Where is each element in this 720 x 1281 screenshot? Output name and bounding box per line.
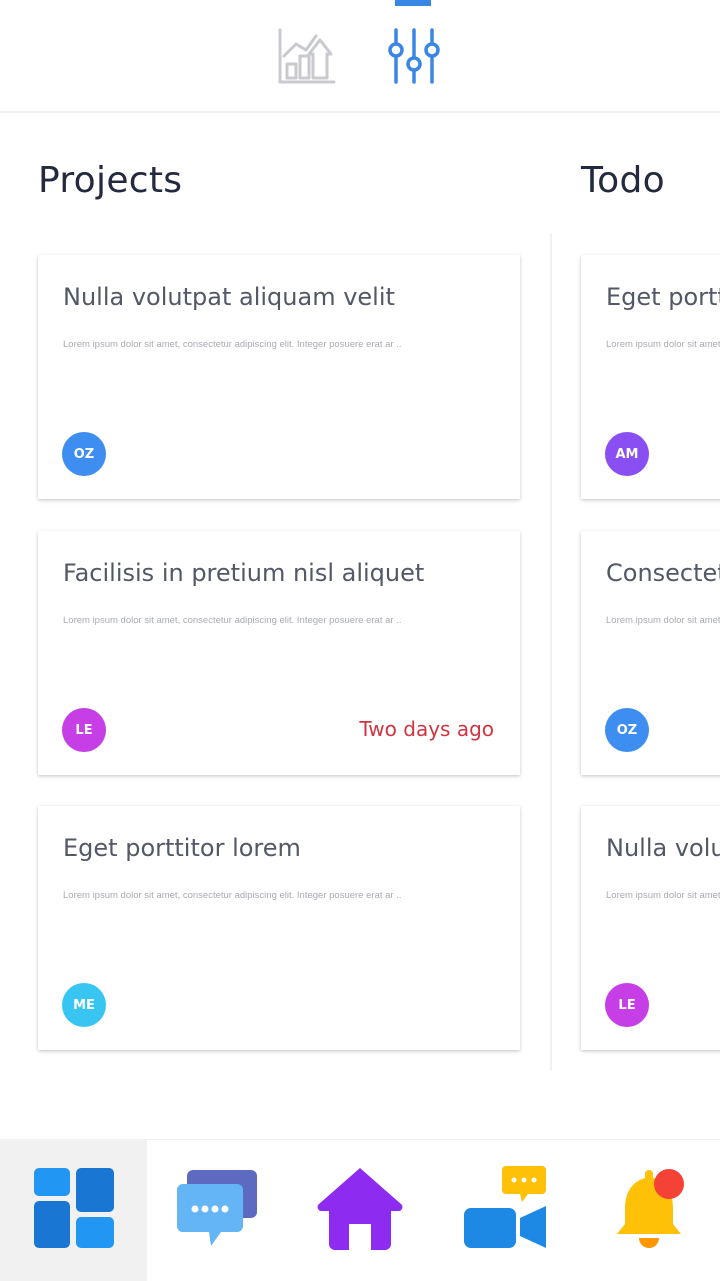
nav-messages[interactable] [147, 1140, 287, 1281]
bottom-navigation [0, 1139, 720, 1281]
avatar[interactable]: OZ [605, 708, 649, 752]
card-description: Lorem ipsum dolor sit amet, consectetur … [606, 339, 720, 350]
card-description: Lorem ipsum dolor sit amet, consectetur … [606, 615, 720, 626]
card-description: Lorem ipsum dolor sit amet, consectetur … [606, 890, 720, 901]
todo-card[interactable]: Eget porttitor lorem Lorem ipsum dolor s… [581, 255, 720, 499]
nav-video[interactable] [432, 1140, 577, 1281]
todo-column-clip: Eget porttitor lorem Lorem ipsum dolor s… [0, 0, 720, 1139]
home-icon [317, 1166, 403, 1255]
avatar[interactable]: LE [605, 983, 649, 1027]
nav-home[interactable] [287, 1140, 432, 1281]
chat-bubbles-icon [175, 1168, 259, 1253]
card-title: Eget porttitor lorem [606, 283, 720, 311]
avatar[interactable]: AM [605, 432, 649, 476]
notification-bell-icon [607, 1168, 691, 1253]
nav-notifications[interactable] [577, 1140, 720, 1281]
dashboard-grid-icon [33, 1168, 114, 1253]
todo-card[interactable]: Nulla volutpat aliquam velit Lorem ipsum… [581, 806, 720, 1050]
card-title: Nulla volutpat aliquam velit [606, 834, 720, 862]
todo-card[interactable]: Consectetur Lorem ipsum dolor sit amet, … [581, 531, 720, 775]
card-title: Consectetur [606, 559, 720, 587]
video-call-icon [462, 1166, 548, 1255]
nav-dashboard[interactable] [0, 1140, 147, 1281]
